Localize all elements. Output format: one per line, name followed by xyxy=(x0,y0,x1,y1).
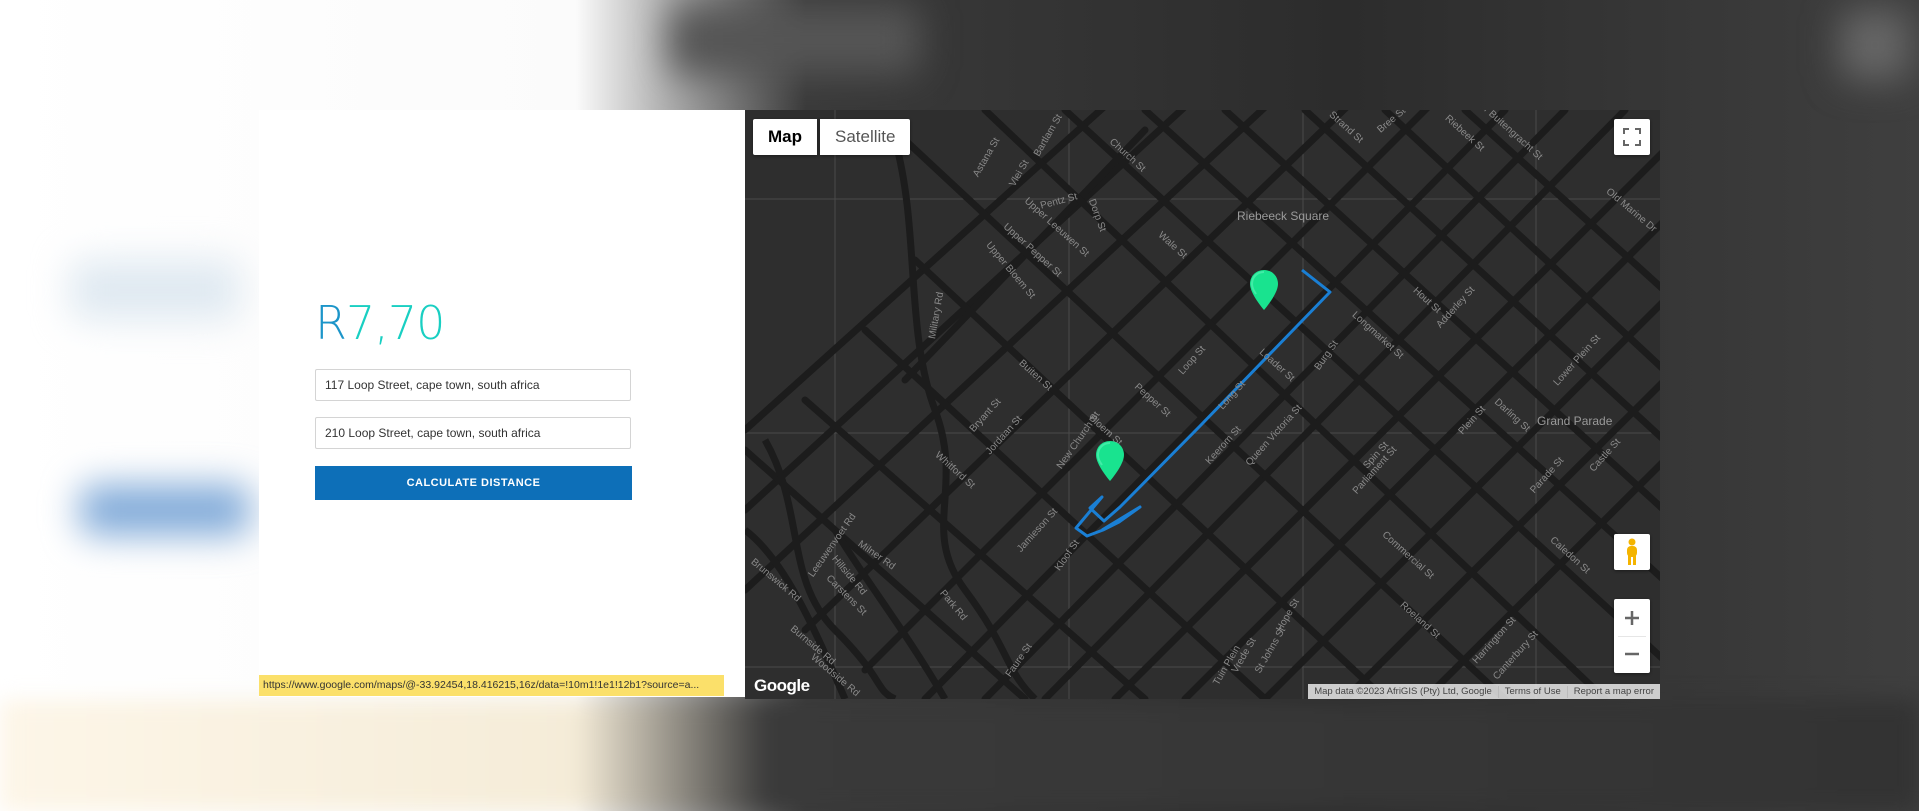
report-map-error-link[interactable]: Report a map error xyxy=(1566,685,1660,698)
street-grid xyxy=(745,110,1660,699)
fullscreen-icon xyxy=(1623,128,1641,146)
calculate-distance-button[interactable]: CALCULATE DISTANCE xyxy=(315,466,632,500)
background-bottom xyxy=(0,700,1919,811)
plus-icon xyxy=(1625,611,1639,625)
origin-marker-icon[interactable] xyxy=(1096,441,1124,481)
destination-marker-icon[interactable] xyxy=(1250,270,1278,310)
terms-of-use-link[interactable]: Terms of Use xyxy=(1497,685,1567,698)
map-type-map-button[interactable]: Map xyxy=(753,119,817,155)
map-view[interactable]: Strand St Bree St Riebeek St Church St P… xyxy=(745,110,1660,699)
minus-icon xyxy=(1625,652,1639,656)
map-attribution-bar: Map data ©2023 AfriGIS (Pty) Ltd, Google… xyxy=(1308,684,1660,699)
origin-address-input[interactable]: 117 Loop Street, cape town, south africa xyxy=(315,369,631,401)
map-data-attribution: Map data ©2023 AfriGIS (Pty) Ltd, Google xyxy=(1314,685,1492,697)
zoom-divider xyxy=(1618,636,1646,637)
price-amount: 7,70 xyxy=(345,296,445,350)
price-display: R7,70 xyxy=(315,296,445,350)
background-button xyxy=(80,485,250,535)
background-card xyxy=(70,260,240,320)
price-currency: R xyxy=(315,296,347,350)
pegman-icon xyxy=(1627,538,1637,565)
street-view-button[interactable] xyxy=(1614,534,1650,570)
background-corner xyxy=(1840,10,1910,80)
place-label-riebeeck-square: Riebeeck Square xyxy=(1237,209,1330,223)
calculator-panel: R7,70 117 Loop Street, cape town, south … xyxy=(259,110,745,697)
google-logo: Google xyxy=(754,676,810,695)
background-header xyxy=(670,5,920,75)
fullscreen-button[interactable] xyxy=(1614,119,1650,155)
zoom-out-button[interactable] xyxy=(1614,636,1650,672)
zoom-in-button[interactable] xyxy=(1614,600,1650,636)
zoom-control xyxy=(1614,599,1650,673)
place-label-grand-parade: Grand Parade xyxy=(1537,414,1613,428)
map-type-satellite-button[interactable]: Satellite xyxy=(820,119,911,155)
status-bar-url: https://www.google.com/maps/@-33.92454,1… xyxy=(259,675,724,696)
destination-address-input[interactable]: 210 Loop Street, cape town, south africa xyxy=(315,417,631,449)
